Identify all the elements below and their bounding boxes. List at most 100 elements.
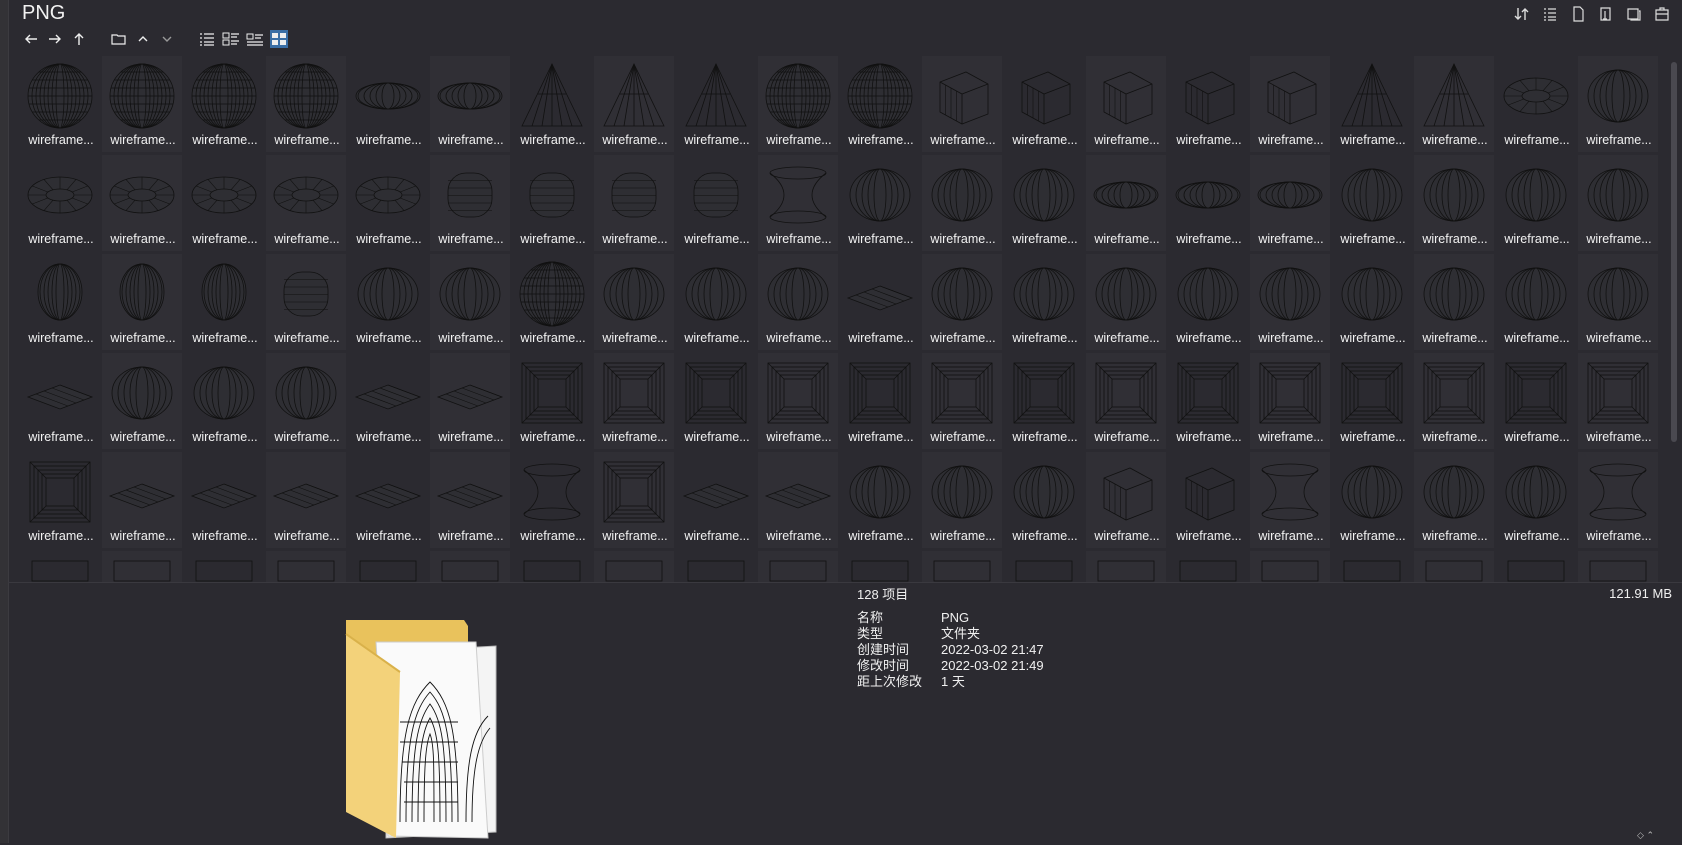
thumbnail-item[interactable]: wireframe... [512, 254, 592, 350]
thumbnail-item[interactable]: wireframe... [594, 452, 674, 548]
thumbnail-item[interactable]: wireframe... [1168, 452, 1248, 548]
thumbnail-item[interactable] [1250, 551, 1330, 582]
thumbnail-item[interactable]: wireframe... [266, 353, 346, 449]
thumbnail-item[interactable] [184, 551, 264, 582]
list-view-icon[interactable] [1542, 6, 1558, 22]
thumbnail-item[interactable]: wireframe... [1004, 155, 1084, 251]
thumbnail-item[interactable]: wireframe... [1414, 155, 1494, 251]
thumbnail-item[interactable]: wireframe... [1414, 56, 1494, 152]
thumbnail-item[interactable] [758, 551, 838, 582]
thumbnail-item[interactable]: wireframe... [102, 155, 182, 251]
thumbnail-item[interactable]: wireframe... [922, 254, 1002, 350]
thumbnail-item[interactable]: wireframe... [676, 254, 756, 350]
thumbnail-item[interactable]: wireframe... [1086, 353, 1166, 449]
thumbnail-item[interactable]: wireframe... [1332, 155, 1412, 251]
thumbnail-item[interactable]: wireframe... [1414, 452, 1494, 548]
thumbnail-item[interactable]: wireframe... [1414, 254, 1494, 350]
thumbnail-item[interactable]: wireframe... [594, 353, 674, 449]
thumbnail-item[interactable]: wireframe... [184, 155, 264, 251]
thumbnail-item[interactable]: wireframe... [184, 56, 264, 152]
thumbnail-item[interactable]: wireframe... [20, 353, 100, 449]
thumbnail-item[interactable]: wireframe... [266, 155, 346, 251]
thumbnail-item[interactable]: wireframe... [184, 254, 264, 350]
vertical-scrollbar[interactable] [1670, 56, 1678, 576]
thumbnail-item[interactable]: wireframe... [1578, 452, 1658, 548]
thumbnail-item[interactable]: wireframe... [922, 155, 1002, 251]
thumbnail-item[interactable] [102, 551, 182, 582]
thumbnail-item[interactable]: wireframe... [348, 56, 428, 152]
thumbnail-item[interactable] [840, 551, 920, 582]
thumbnail-item[interactable]: wireframe... [1250, 155, 1330, 251]
thumbnail-item[interactable]: wireframe... [1578, 56, 1658, 152]
thumbnail-item[interactable]: wireframe... [1250, 452, 1330, 548]
thumbnail-item[interactable]: wireframe... [1578, 155, 1658, 251]
thumbnail-item[interactable] [676, 551, 756, 582]
file-icon[interactable] [1570, 6, 1586, 22]
thumbnail-item[interactable]: wireframe... [1250, 56, 1330, 152]
pane-divider[interactable] [8, 582, 1682, 583]
thumbnail-item[interactable] [922, 551, 1002, 582]
thumbnail-item[interactable]: wireframe... [512, 353, 592, 449]
thumbnail-item[interactable]: wireframe... [840, 353, 920, 449]
thumbnail-item[interactable]: wireframe... [922, 353, 1002, 449]
thumbnail-item[interactable]: wireframe... [840, 56, 920, 152]
sort-icon[interactable] [1514, 6, 1530, 22]
folder-open-icon[interactable] [110, 30, 128, 48]
thumbnail-item[interactable]: wireframe... [840, 155, 920, 251]
copy-icon[interactable] [1626, 6, 1642, 22]
thumbnail-item[interactable] [348, 551, 428, 582]
thumbnail-item[interactable]: wireframe... [758, 56, 838, 152]
thumbnail-item[interactable]: wireframe... [1086, 254, 1166, 350]
list-view-icon[interactable] [222, 30, 240, 48]
thumbnail-item[interactable]: wireframe... [840, 254, 920, 350]
thumbnail-item[interactable]: wireframe... [676, 452, 756, 548]
thumbnail-item[interactable]: wireframe... [1168, 353, 1248, 449]
rename-icon[interactable] [1598, 6, 1614, 22]
thumbnail-item[interactable]: wireframe... [1250, 353, 1330, 449]
thumbnail-item[interactable]: wireframe... [1004, 353, 1084, 449]
thumbnail-item[interactable]: wireframe... [758, 254, 838, 350]
thumbnail-item[interactable]: wireframe... [430, 155, 510, 251]
thumbnail-item[interactable] [1332, 551, 1412, 582]
thumbnail-item[interactable] [430, 551, 510, 582]
thumbnail-item[interactable]: wireframe... [1250, 254, 1330, 350]
thumbnail-item[interactable]: wireframe... [594, 155, 674, 251]
thumbnail-item[interactable]: wireframe... [758, 155, 838, 251]
thumbnail-item[interactable]: wireframe... [348, 254, 428, 350]
thumbnail-item[interactable]: wireframe... [430, 452, 510, 548]
thumbnail-item[interactable]: wireframe... [184, 353, 264, 449]
up-arrow-icon[interactable] [70, 30, 88, 48]
thumbnail-item[interactable]: wireframe... [512, 452, 592, 548]
thumbnail-item[interactable]: wireframe... [594, 254, 674, 350]
tiles-view-icon[interactable] [246, 30, 264, 48]
thumbnail-item[interactable] [1168, 551, 1248, 582]
thumbnail-item[interactable]: wireframe... [1578, 353, 1658, 449]
thumbnail-item[interactable]: wireframe... [1004, 254, 1084, 350]
scrollbar-thumb[interactable] [1671, 62, 1677, 442]
thumbnail-item[interactable]: wireframe... [1332, 254, 1412, 350]
thumbnail-item[interactable]: wireframe... [348, 353, 428, 449]
thumbnail-item[interactable]: wireframe... [266, 452, 346, 548]
thumbnail-item[interactable]: wireframe... [594, 56, 674, 152]
thumbnails-view-icon[interactable] [270, 30, 288, 48]
thumbnail-item[interactable]: wireframe... [1496, 353, 1576, 449]
details-view-icon[interactable] [198, 30, 216, 48]
panel-icon[interactable] [1654, 6, 1670, 22]
thumbnail-item[interactable]: wireframe... [266, 254, 346, 350]
thumbnail-item[interactable]: wireframe... [348, 452, 428, 548]
thumbnail-item[interactable]: wireframe... [1168, 56, 1248, 152]
thumbnail-item[interactable]: wireframe... [20, 452, 100, 548]
thumbnail-item[interactable]: wireframe... [758, 353, 838, 449]
thumbnail-item[interactable]: wireframe... [676, 56, 756, 152]
thumbnail-item[interactable]: wireframe... [430, 353, 510, 449]
thumbnail-item[interactable]: wireframe... [102, 452, 182, 548]
thumbnail-item[interactable]: wireframe... [922, 452, 1002, 548]
thumbnail-item[interactable] [1414, 551, 1494, 582]
thumbnail-item[interactable]: wireframe... [1004, 56, 1084, 152]
thumbnail-item[interactable]: wireframe... [1496, 56, 1576, 152]
thumbnail-item[interactable]: wireframe... [20, 155, 100, 251]
thumbnail-item[interactable]: wireframe... [102, 254, 182, 350]
thumbnail-item[interactable]: wireframe... [184, 452, 264, 548]
thumbnail-item[interactable]: wireframe... [676, 353, 756, 449]
thumbnail-item[interactable]: wireframe... [266, 56, 346, 152]
